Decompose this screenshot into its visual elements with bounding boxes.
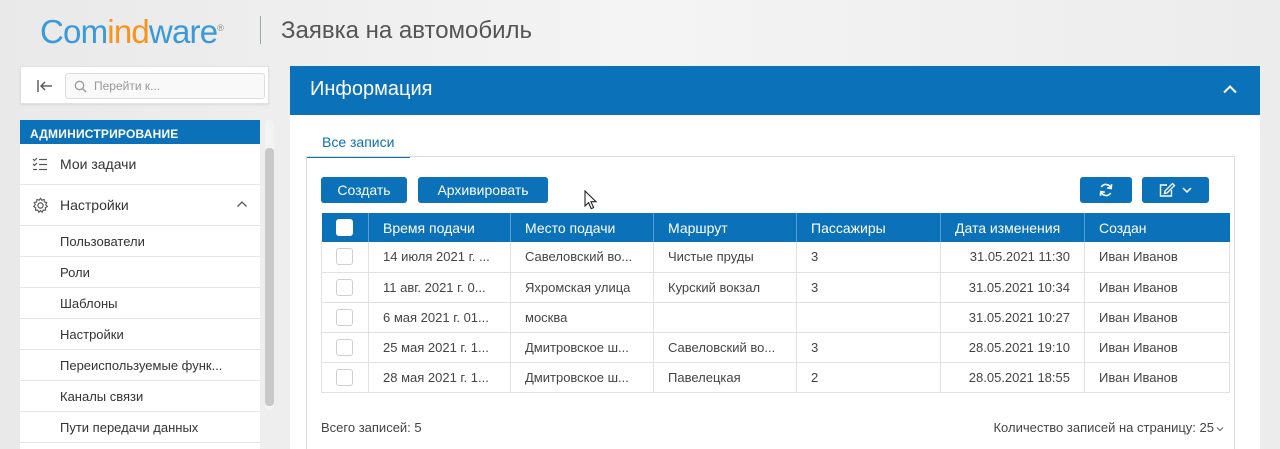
sidebar-item-settings[interactable]: Настройки	[20, 185, 260, 226]
sidebar-subitem-users[interactable]: Пользователи	[20, 226, 260, 257]
column-header-passengers[interactable]: Пассажиры	[796, 213, 941, 242]
row-select-cell[interactable]	[321, 362, 369, 393]
sidebar-item-my-tasks[interactable]: Мои задачи	[20, 144, 260, 185]
info-panel: Информация Все записи Создать Архивирова…	[290, 66, 1260, 449]
row-select-cell[interactable]	[321, 272, 369, 303]
cell-pickup-time[interactable]: 28 мая 2021 г. 1...	[368, 362, 511, 393]
cell-pickup-place[interactable]: Яхромская улица	[510, 272, 654, 303]
sidebar-item-label: Мои задачи	[60, 156, 137, 172]
table-row[interactable]: 28 мая 2021 г. 1... Дмитровское ш... Пав…	[321, 362, 1230, 393]
row-checkbox[interactable]	[336, 308, 353, 326]
edit-menu-button[interactable]	[1142, 177, 1209, 203]
refresh-icon	[1099, 183, 1113, 197]
select-all-checkbox[interactable]	[335, 219, 353, 237]
cell-pickup-place[interactable]: москва	[510, 302, 654, 333]
row-select-cell[interactable]	[321, 332, 369, 363]
column-header-modified-date[interactable]: Дата изменения	[940, 213, 1085, 242]
column-header-created-by[interactable]: Создан	[1084, 213, 1230, 242]
refresh-button[interactable]	[1080, 177, 1132, 203]
row-checkbox[interactable]	[336, 248, 353, 266]
collapse-sidebar-icon[interactable]	[36, 78, 56, 94]
select-all-cell[interactable]	[321, 213, 369, 242]
scrollbar-thumb[interactable]	[265, 148, 274, 406]
cell-pickup-time[interactable]: 14 июля 2021 г. ...	[368, 242, 511, 273]
cell-pickup-time[interactable]: 25 мая 2021 г. 1...	[368, 332, 511, 363]
panel-header[interactable]: Информация	[290, 66, 1260, 115]
table-header-row: Время подачи Место подачи Маршрут Пассаж…	[321, 213, 1230, 242]
sidebar-subitem-channels[interactable]: Каналы связи	[20, 381, 260, 412]
cell-pickup-time[interactable]: 6 мая 2021 г. 01...	[368, 302, 511, 333]
cell-pickup-place[interactable]: Дмитровское ш...	[510, 332, 654, 363]
cell-passengers[interactable]: 2	[796, 362, 941, 393]
comindware-logo[interactable]: Comindware®	[40, 12, 224, 52]
page-size-label: Количество записей на страницу: 25	[993, 420, 1214, 435]
cell-route[interactable]: Курский вокзал	[653, 272, 797, 303]
sidebar-subitem-data-paths[interactable]: Пути передачи данных	[20, 412, 260, 443]
column-header-pickup-place[interactable]: Место подачи	[510, 213, 654, 242]
sidebar-section-header[interactable]: АДМИНИСТРИРОВАНИЕ	[20, 120, 260, 144]
column-header-pickup-time[interactable]: Время подачи	[368, 213, 511, 242]
table-row[interactable]: 14 июля 2021 г. ... Савеловский во... Чи…	[321, 242, 1230, 273]
cell-modified-date[interactable]: 31.05.2021 10:27	[940, 302, 1085, 333]
edit-icon	[1159, 182, 1176, 197]
cell-route[interactable]: Савеловский во...	[653, 332, 797, 363]
cell-pickup-time[interactable]: 11 авг. 2021 г. 0...	[368, 272, 511, 303]
records-table: Время подачи Место подачи Маршрут Пассаж…	[321, 213, 1230, 393]
collapse-panel-icon[interactable]	[1222, 84, 1238, 94]
sidebar-subitem-templates[interactable]: Шаблоны	[20, 288, 260, 319]
tab-all-records[interactable]: Все записи	[306, 134, 411, 158]
panel-title: Информация	[310, 78, 433, 100]
cell-modified-date[interactable]: 28.05.2021 19:10	[940, 332, 1085, 363]
page-size-selector[interactable]: Количество записей на страницу: 25	[993, 420, 1224, 435]
cell-passengers[interactable]	[796, 302, 941, 333]
cell-modified-date[interactable]: 31.05.2021 10:34	[940, 272, 1085, 303]
sidebar-subitem-roles[interactable]: Роли	[20, 257, 260, 288]
chevron-down-icon	[1216, 426, 1224, 431]
sidebar-item-label: Настройки	[60, 197, 129, 213]
cell-passengers[interactable]: 3	[796, 272, 941, 303]
gear-icon	[31, 196, 49, 214]
cell-passengers[interactable]: 3	[796, 242, 941, 273]
nav-search-bar	[20, 66, 269, 104]
cell-pickup-place[interactable]: Дмитровское ш...	[510, 362, 654, 393]
search-icon	[74, 80, 87, 93]
sidebar-subitem-reusable-functions[interactable]: Переиспользуемые функ...	[20, 350, 260, 381]
task-list-icon	[31, 155, 49, 173]
cell-route[interactable]	[653, 302, 797, 333]
sidebar-subitem-settings[interactable]: Настройки	[20, 319, 260, 350]
row-select-cell[interactable]	[321, 242, 369, 273]
chevron-down-icon	[1182, 187, 1192, 194]
chevron-up-icon[interactable]	[236, 200, 248, 208]
cell-passengers[interactable]: 3	[796, 332, 941, 363]
table-row[interactable]: 25 мая 2021 г. 1... Дмитровское ш... Сав…	[321, 332, 1230, 363]
table-row[interactable]: 6 мая 2021 г. 01... москва 31.05.2021 10…	[321, 302, 1230, 333]
page-title: Заявка на автомобиль	[281, 17, 533, 44]
sidebar-scrollbar[interactable]	[265, 120, 274, 410]
search-box[interactable]	[65, 73, 265, 99]
cell-modified-date[interactable]: 31.05.2021 11:30	[940, 242, 1085, 273]
row-checkbox[interactable]	[336, 368, 353, 386]
cell-created-by[interactable]: Иван Иванов	[1084, 332, 1230, 363]
table-row[interactable]: 11 авг. 2021 г. 0... Яхромская улица Кур…	[321, 272, 1230, 303]
column-header-route[interactable]: Маршрут	[653, 213, 797, 242]
row-select-cell[interactable]	[321, 302, 369, 333]
cell-created-by[interactable]: Иван Иванов	[1084, 272, 1230, 303]
cell-created-by[interactable]: Иван Иванов	[1084, 242, 1230, 273]
header-divider	[260, 16, 261, 44]
archive-button[interactable]: Архивировать	[418, 177, 548, 203]
cell-route[interactable]: Чистые пруды	[653, 242, 797, 273]
row-checkbox[interactable]	[336, 278, 353, 296]
create-button[interactable]: Создать	[321, 177, 407, 203]
cell-modified-date[interactable]: 28.05.2021 18:55	[940, 362, 1085, 393]
mouse-cursor-icon	[584, 190, 598, 210]
total-records: Всего записей: 5	[321, 420, 422, 435]
search-input[interactable]	[94, 77, 259, 95]
row-checkbox[interactable]	[336, 338, 353, 356]
cell-route[interactable]: Павелецкая	[653, 362, 797, 393]
cell-pickup-place[interactable]: Савеловский во...	[510, 242, 654, 273]
sidebar: АДМИНИСТРИРОВАНИЕ Мои задачи Настройки П…	[20, 120, 260, 449]
cell-created-by[interactable]: Иван Иванов	[1084, 302, 1230, 333]
cell-created-by[interactable]: Иван Иванов	[1084, 362, 1230, 393]
